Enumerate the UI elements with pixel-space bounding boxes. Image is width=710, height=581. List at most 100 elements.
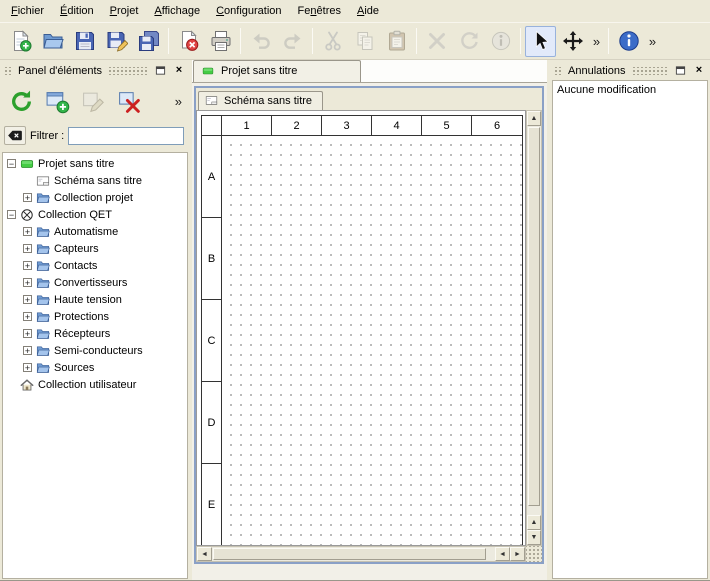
- tree-item-protections[interactable]: +Protections: [3, 308, 187, 325]
- scroll-up-button-2[interactable]: ▲: [527, 515, 541, 530]
- open-project-button[interactable]: [37, 26, 68, 57]
- tree-expander[interactable]: +: [23, 363, 32, 372]
- schema-body: ABCDE: [202, 136, 522, 546]
- save-icon: [74, 30, 96, 52]
- tree-expander[interactable]: +: [23, 278, 32, 287]
- delete-button[interactable]: [421, 26, 452, 57]
- menu-fichier[interactable]: Fichier: [3, 0, 52, 22]
- tree-expander[interactable]: +: [23, 295, 32, 304]
- menu-fenetres[interactable]: Fenêtres: [290, 0, 349, 22]
- save-all-button[interactable]: [133, 26, 164, 57]
- tree-item-label: Capteurs: [54, 243, 99, 255]
- menu-configuration[interactable]: Configuration: [208, 0, 289, 22]
- dock-grip: [553, 67, 563, 75]
- about-qet-button[interactable]: [613, 26, 644, 57]
- overflow-icon: »: [593, 35, 600, 48]
- project-tab[interactable]: Projet sans titre: [193, 60, 361, 82]
- tree-item-project[interactable]: −Projet sans titre: [3, 155, 187, 172]
- float-undo-panel-button[interactable]: [672, 64, 688, 78]
- undo-button[interactable]: [245, 26, 276, 57]
- row-header-B: B: [202, 218, 222, 300]
- scroll-up-button[interactable]: ▲: [527, 111, 541, 126]
- row-header-C: C: [202, 300, 222, 382]
- toolbar-group: [5, 26, 164, 57]
- tree-item-user-collection[interactable]: Collection utilisateur: [3, 376, 187, 393]
- paste-button[interactable]: [381, 26, 412, 57]
- select-mode-button[interactable]: [525, 26, 556, 57]
- qelectrotech-window: FichierÉditionProjetAffichageConfigurati…: [0, 0, 710, 581]
- tree-expander[interactable]: −: [7, 210, 16, 219]
- hscroll-thumb[interactable]: [213, 548, 486, 560]
- tree-expander[interactable]: +: [23, 312, 32, 321]
- tree-expander[interactable]: +: [23, 346, 32, 355]
- close-undo-panel-button[interactable]: ×: [691, 64, 707, 78]
- clear-filter-button[interactable]: [4, 126, 26, 145]
- schema-tab[interactable]: Schéma sans titre: [198, 91, 323, 110]
- tree-expander[interactable]: −: [7, 159, 16, 168]
- print-button[interactable]: [205, 26, 236, 57]
- tree-expander[interactable]: +: [23, 329, 32, 338]
- scroll-left-button[interactable]: ◄: [197, 547, 212, 561]
- scroll-down-button[interactable]: ▼: [527, 530, 541, 545]
- resize-grip[interactable]: [526, 546, 542, 562]
- tree-item-qet-collection[interactable]: −Collection QET: [3, 206, 187, 223]
- save-button[interactable]: [69, 26, 100, 57]
- elements-panel-titlebar[interactable]: Panel d'éléments ×: [3, 63, 187, 78]
- panel-overflow-button[interactable]: »: [175, 95, 186, 108]
- copy-button[interactable]: [349, 26, 380, 57]
- redo-button[interactable]: [277, 26, 308, 57]
- project-tab-label: Projet sans titre: [221, 65, 297, 77]
- scroll-left-button-2[interactable]: ◄: [495, 547, 510, 561]
- qet-icon: [20, 208, 34, 222]
- close-project-button[interactable]: [173, 26, 204, 57]
- save-as-button[interactable]: [101, 26, 132, 57]
- tree-expander[interactable]: +: [23, 193, 32, 202]
- float-elements-panel-button[interactable]: [152, 64, 168, 78]
- rotate-button[interactable]: [453, 26, 484, 57]
- vscroll-thumb[interactable]: [528, 127, 540, 506]
- menu-affichage[interactable]: Affichage: [146, 0, 208, 22]
- menu-aide[interactable]: Aide: [349, 0, 387, 22]
- new-project-button[interactable]: [5, 26, 36, 57]
- scroll-right-button[interactable]: ►: [510, 547, 525, 561]
- tree-item-schema[interactable]: Schéma sans titre: [3, 172, 187, 189]
- tree-item-capteurs[interactable]: + Capteurs: [3, 240, 187, 257]
- tree-item-haute-tension[interactable]: +Haute tension: [3, 291, 187, 308]
- tree-item-project-collection[interactable]: +Collection projet: [3, 189, 187, 206]
- close-elements-panel-button[interactable]: ×: [171, 64, 187, 78]
- schema-grid[interactable]: [222, 136, 522, 546]
- menu-edition[interactable]: Édition: [52, 0, 102, 22]
- properties-button[interactable]: [485, 26, 516, 57]
- tree-item-contacts[interactable]: +Contacts: [3, 257, 187, 274]
- row-header-strip: ABCDE: [202, 136, 222, 546]
- reload-icon: [9, 89, 34, 114]
- tree-expander[interactable]: +: [23, 261, 32, 270]
- tree-item-sources[interactable]: +Sources: [3, 359, 187, 376]
- edit-element-button[interactable]: [77, 85, 109, 117]
- more-button[interactable]: »: [645, 26, 660, 57]
- vertical-scrollbar[interactable]: ▲ ▲ ▼: [526, 110, 542, 546]
- tree-expander[interactable]: +: [23, 227, 32, 236]
- tree-expander[interactable]: +: [23, 244, 32, 253]
- project-window: Schéma sans titre 123456 ABCDE: [194, 86, 544, 564]
- new-element-button[interactable]: [41, 85, 73, 117]
- tree-item-convertisseurs[interactable]: +Convertisseurs: [3, 274, 187, 291]
- horizontal-scrollbar[interactable]: ◄ ◄ ►: [196, 546, 526, 562]
- tree-item-automatisme[interactable]: +Automatisme: [3, 223, 187, 240]
- new-document-icon: [10, 30, 32, 52]
- cut-button[interactable]: [317, 26, 348, 57]
- tree-item-semi-conducteurs[interactable]: +Semi-conducteurs: [3, 342, 187, 359]
- diagram-canvas[interactable]: 123456 ABCDE: [196, 110, 526, 546]
- tree-item-recepteurs[interactable]: +Récepteurs: [3, 325, 187, 342]
- float-icon: [155, 65, 166, 76]
- menu-projet[interactable]: Projet: [102, 0, 147, 22]
- more-tools-button[interactable]: »: [589, 26, 604, 57]
- delete-element-button[interactable]: [113, 85, 145, 117]
- reload-collections-button[interactable]: [5, 85, 37, 117]
- scroll-mode-button[interactable]: [557, 26, 588, 57]
- filter-input[interactable]: [68, 127, 184, 145]
- vscroll-track[interactable]: [527, 507, 541, 515]
- undo-panel-titlebar[interactable]: Annulations ×: [553, 63, 707, 78]
- toolbar-group: [317, 26, 412, 57]
- hscroll-track[interactable]: [487, 547, 495, 561]
